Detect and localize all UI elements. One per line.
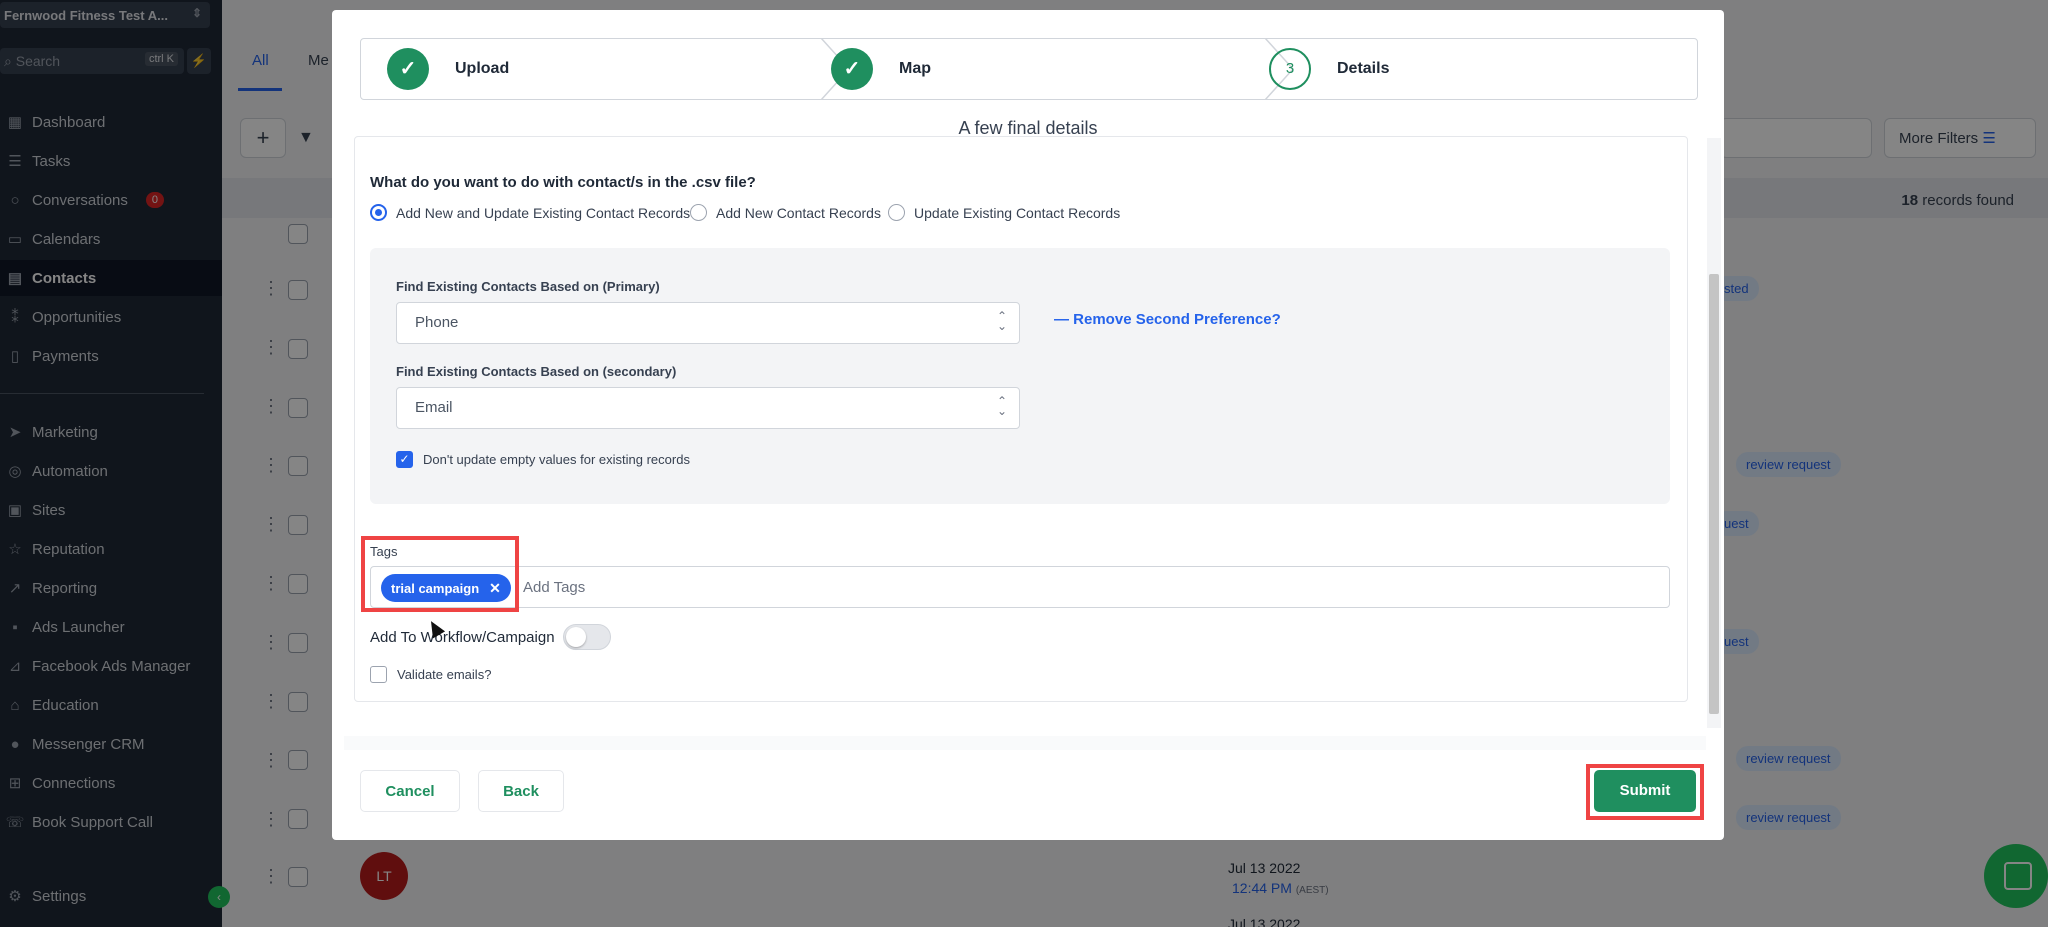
back-button[interactable]: Back — [478, 770, 564, 812]
secondary-match-select[interactable]: Email ⌃ ⌄ — [396, 387, 1020, 429]
cancel-button[interactable]: Cancel — [360, 770, 460, 812]
select-value: Email — [415, 399, 453, 416]
scrollbar-thumb[interactable] — [1709, 274, 1719, 714]
check-icon: ✓ — [387, 48, 429, 90]
workflow-toggle[interactable] — [562, 624, 611, 650]
radio-button[interactable] — [690, 204, 707, 221]
step-details: 3 Details — [1269, 39, 1389, 99]
checkbox-label: Validate emails? — [397, 667, 492, 682]
remove-second-preference-link[interactable]: — Remove Second Preference? — [1054, 311, 1281, 328]
step-map: ✓ Map — [831, 39, 931, 99]
step-label: Map — [899, 60, 931, 77]
tags-highlight-box — [361, 536, 519, 612]
tags-placeholder: Add Tags — [523, 579, 586, 596]
dont-update-empty-option[interactable]: ✓ Don't update empty values for existing… — [396, 451, 690, 468]
remove-pref-label: Remove Second Preference? — [1073, 311, 1281, 328]
step-label: Upload — [455, 60, 510, 77]
step-number: 3 — [1269, 48, 1311, 90]
step-label: Details — [1337, 60, 1390, 77]
step-upload: ✓ Upload — [387, 39, 509, 99]
submit-highlight-box — [1586, 764, 1704, 820]
radio-add-new[interactable]: Add New Contact Records — [690, 204, 881, 221]
horizontal-scrollbar[interactable] — [344, 736, 1706, 750]
primary-match-label: Find Existing Contacts Based on (Primary… — [396, 279, 660, 294]
radio-label: Add New Contact Records — [716, 204, 881, 221]
radio-button[interactable] — [888, 204, 905, 221]
import-contacts-modal: ✓ Upload ✓ Map 3 Details A few final det… — [332, 10, 1724, 840]
check-icon: ✓ — [831, 48, 873, 90]
radio-label: Add New and Update Existing Contact Reco… — [396, 204, 691, 221]
chevron-updown-icon: ⌃ ⌄ — [996, 394, 1007, 418]
chevron-updown-icon: ⌃ ⌄ — [996, 309, 1007, 333]
match-preferences-panel: Find Existing Contacts Based on (Primary… — [370, 248, 1670, 504]
workflow-label: Add To Workflow/Campaign — [370, 628, 555, 646]
add-to-workflow-option: Add To Workflow/Campaign — [370, 624, 611, 650]
details-form: What do you want to do with contact/s in… — [350, 136, 1702, 736]
radio-label: Update Existing Contact Records — [914, 204, 1121, 221]
vertical-scrollbar[interactable] — [1707, 138, 1721, 728]
primary-match-select[interactable]: Phone ⌃ ⌄ — [396, 302, 1020, 344]
radio-button[interactable] — [370, 204, 387, 221]
import-stepper: ✓ Upload ✓ Map 3 Details — [360, 38, 1698, 100]
checkbox[interactable]: ✓ — [396, 451, 413, 468]
validate-emails-option[interactable]: Validate emails? — [370, 666, 491, 683]
secondary-match-label: Find Existing Contacts Based on (seconda… — [396, 364, 677, 379]
radio-update-existing[interactable]: Update Existing Contact Records — [888, 204, 1120, 221]
tags-input[interactable]: trial campaign ✕ Add Tags — [370, 566, 1670, 608]
select-value: Phone — [415, 314, 459, 331]
checkbox[interactable] — [370, 666, 387, 683]
checkbox-label: Don't update empty values for existing r… — [423, 452, 690, 467]
import-mode-question: What do you want to do with contact/s in… — [370, 174, 756, 191]
radio-add-update[interactable]: Add New and Update Existing Contact Reco… — [370, 204, 690, 221]
